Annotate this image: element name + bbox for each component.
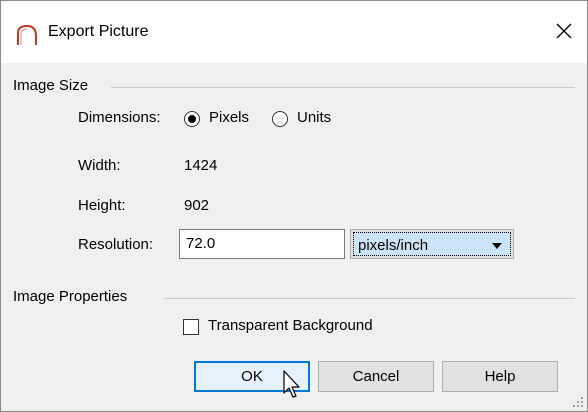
help-button[interactable]: Help xyxy=(442,361,558,392)
export-picture-dialog: Export Picture Image Size Dimensions: Pi… xyxy=(0,0,588,412)
pixels-radio-label[interactable]: Pixels xyxy=(209,109,249,126)
transparent-background-label[interactable]: Transparent Background xyxy=(208,317,373,334)
help-button-label: Help xyxy=(484,368,516,385)
height-value: 902 xyxy=(184,197,210,214)
image-properties-group-label: Image Properties xyxy=(13,288,128,305)
units-radio-label[interactable]: Units xyxy=(297,109,331,126)
pixels-radio[interactable] xyxy=(184,111,200,127)
close-button[interactable] xyxy=(541,11,587,51)
dialog-title: Export Picture xyxy=(48,23,149,40)
dimensions-label: Dimensions: xyxy=(78,109,161,126)
dropdown-arrow-icon xyxy=(492,243,502,249)
image-size-group-label: Image Size xyxy=(13,77,89,94)
arch-app-icon xyxy=(17,24,37,45)
select-focus-ring: pixels/inch xyxy=(353,232,511,256)
resolution-unit-value: pixels/inch xyxy=(358,237,429,254)
ok-button-label: OK xyxy=(241,368,263,385)
resize-grip-icon[interactable] xyxy=(572,396,584,408)
width-value: 1424 xyxy=(184,157,218,174)
height-label: Height: xyxy=(78,197,126,214)
cancel-button[interactable]: Cancel xyxy=(318,361,434,392)
resolution-label: Resolution: xyxy=(78,236,154,253)
width-label: Width: xyxy=(78,157,121,174)
title-bar[interactable]: Export Picture xyxy=(1,1,587,63)
close-icon xyxy=(556,23,572,39)
resolution-unit-select[interactable]: pixels/inch xyxy=(350,229,514,259)
units-radio[interactable] xyxy=(272,111,288,127)
image-properties-divider xyxy=(164,298,575,299)
resolution-input[interactable]: 72.0 xyxy=(179,229,345,259)
cancel-button-label: Cancel xyxy=(352,368,400,385)
transparent-background-checkbox[interactable] xyxy=(183,319,199,335)
image-size-divider xyxy=(111,87,575,88)
mouse-pointer-icon xyxy=(283,370,300,398)
